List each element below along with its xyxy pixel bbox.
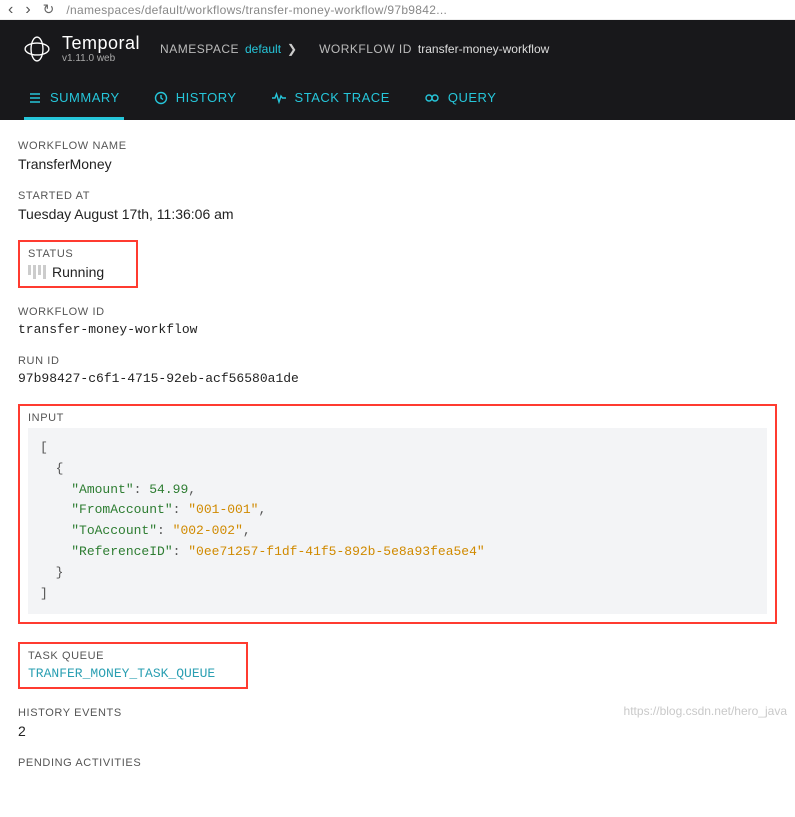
tab-query[interactable]: QUERY xyxy=(420,80,501,120)
spinner-icon xyxy=(28,265,46,279)
run-id-label: RUN ID xyxy=(18,355,777,367)
pending-activities-section: PENDING ACTIVITIES xyxy=(18,757,777,769)
browser-address-bar: ‹ › ↻ /namespaces/default/workflows/tran… xyxy=(0,0,795,20)
breadcrumb-workflowid-value: transfer-money-workflow xyxy=(418,42,549,56)
pending-activities-label: PENDING ACTIVITIES xyxy=(18,757,777,769)
run-id-section: RUN ID 97b98427-c6f1-4715-92eb-acf56580a… xyxy=(18,355,777,386)
tab-history-label: HISTORY xyxy=(176,90,237,105)
url-text: /namespaces/default/workflows/transfer-m… xyxy=(66,3,447,17)
refresh-icon[interactable]: ↻ xyxy=(43,1,55,18)
breadcrumb-namespace-link[interactable]: default xyxy=(245,42,281,56)
logo[interactable]: Temporal v1.11.0 web xyxy=(20,32,140,66)
status-value: Running xyxy=(52,264,104,280)
tab-query-label: QUERY xyxy=(448,90,497,105)
pulse-icon xyxy=(271,91,287,105)
tab-bar: SUMMARY HISTORY STACK TRACE QUERY xyxy=(20,80,775,120)
brand-version: v1.11.0 web xyxy=(62,53,140,64)
task-queue-link[interactable]: TRANFER_MONEY_TASK_QUEUE xyxy=(28,666,238,681)
workflow-name-label: WORKFLOW NAME xyxy=(18,140,777,152)
input-section: INPUT [ { "Amount": 54.99, "FromAccount"… xyxy=(18,404,777,624)
tab-history[interactable]: HISTORY xyxy=(150,80,241,120)
workflow-id-section: WORKFLOW ID transfer-money-workflow xyxy=(18,306,777,337)
run-id-value: 97b98427-c6f1-4715-92eb-acf56580a1de xyxy=(18,371,777,386)
tab-summary-label: SUMMARY xyxy=(50,90,120,105)
breadcrumb-namespace-label: NAMESPACE xyxy=(160,42,239,56)
temporal-logo-icon xyxy=(20,32,54,66)
workflow-id-label: WORKFLOW ID xyxy=(18,306,777,318)
started-at-value: Tuesday August 17th, 11:36:06 am xyxy=(18,206,777,222)
started-at-label: STARTED AT xyxy=(18,190,777,202)
app-header: Temporal v1.11.0 web NAMESPACE default ❯… xyxy=(0,20,795,120)
chevron-right-icon: ❯ xyxy=(287,42,297,56)
breadcrumb-workflowid-label: WORKFLOW ID xyxy=(319,42,412,56)
input-json-block: [ { "Amount": 54.99, "FromAccount": "001… xyxy=(28,428,767,614)
list-icon xyxy=(28,91,42,105)
tab-summary[interactable]: SUMMARY xyxy=(24,80,124,120)
brand-name: Temporal xyxy=(62,34,140,54)
history-events-label: HISTORY EVENTS xyxy=(18,707,777,719)
input-label: INPUT xyxy=(28,412,767,424)
status-section: STATUS Running xyxy=(18,240,777,288)
summary-content: WORKFLOW NAME TransferMoney STARTED AT T… xyxy=(0,120,795,817)
started-at-section: STARTED AT Tuesday August 17th, 11:36:06… xyxy=(18,190,777,222)
status-label: STATUS xyxy=(28,248,128,260)
breadcrumb: NAMESPACE default ❯ WORKFLOW ID transfer… xyxy=(160,42,549,56)
workflow-name-section: WORKFLOW NAME TransferMoney xyxy=(18,140,777,172)
task-queue-label: TASK QUEUE xyxy=(28,650,238,662)
tab-stack-trace-label: STACK TRACE xyxy=(295,90,390,105)
link-icon xyxy=(424,91,440,105)
workflow-name-value: TransferMoney xyxy=(18,156,777,172)
clock-icon xyxy=(154,91,168,105)
nav-forward-icon[interactable]: › xyxy=(25,1,30,19)
task-queue-section: TASK QUEUE TRANFER_MONEY_TASK_QUEUE xyxy=(18,642,777,689)
history-events-section: HISTORY EVENTS 2 xyxy=(18,707,777,739)
nav-back-icon[interactable]: ‹ xyxy=(8,1,13,19)
tab-stack-trace[interactable]: STACK TRACE xyxy=(267,80,394,120)
workflow-id-value: transfer-money-workflow xyxy=(18,322,777,337)
